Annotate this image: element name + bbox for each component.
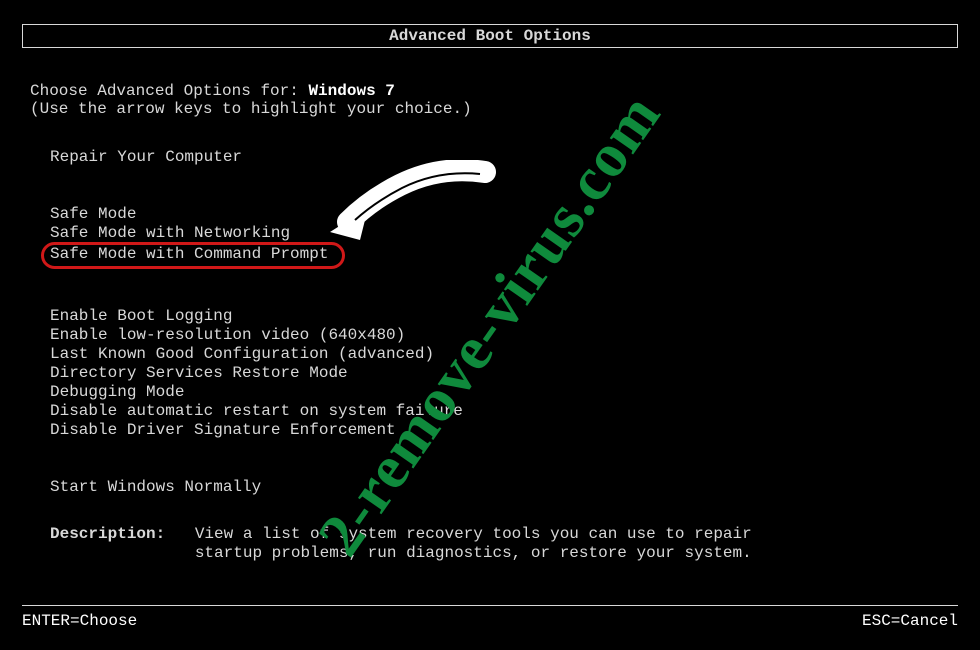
choose-line: Choose Advanced Options for: Windows 7 <box>30 82 395 100</box>
description-text: View a list of system recovery tools you… <box>195 525 755 563</box>
option-dsrm[interactable]: Directory Services Restore Mode <box>50 364 463 383</box>
option-last-known[interactable]: Last Known Good Configuration (advanced) <box>50 345 463 364</box>
option-repair[interactable]: Repair Your Computer <box>50 148 463 167</box>
title-bar: Advanced Boot Options <box>22 24 958 48</box>
footer-esc: ESC=Cancel <box>862 612 958 630</box>
option-safe-mode-net[interactable]: Safe Mode with Networking <box>50 224 463 243</box>
option-start-normal[interactable]: Start Windows Normally <box>50 478 463 497</box>
option-boot-logging[interactable]: Enable Boot Logging <box>50 307 463 326</box>
option-disable-restart[interactable]: Disable automatic restart on system fail… <box>50 402 463 421</box>
footer-bar: ENTER=Choose ESC=Cancel <box>22 605 958 630</box>
description-block: Description: View a list of system recov… <box>50 525 930 563</box>
highlight-circle: Safe Mode with Command Prompt <box>41 242 345 269</box>
option-disable-sig[interactable]: Disable Driver Signature Enforcement <box>50 421 463 440</box>
option-safe-mode-cmd[interactable]: Safe Mode with Command Prompt <box>50 243 463 269</box>
option-safe-mode[interactable]: Safe Mode <box>50 205 463 224</box>
choose-prefix: Choose Advanced Options for: <box>30 82 308 100</box>
option-low-res[interactable]: Enable low-resolution video (640x480) <box>50 326 463 345</box>
os-name: Windows 7 <box>308 82 394 100</box>
hint-line: (Use the arrow keys to highlight your ch… <box>30 100 472 118</box>
boot-options-list[interactable]: Repair Your Computer Safe Mode Safe Mode… <box>50 148 463 497</box>
option-debug[interactable]: Debugging Mode <box>50 383 463 402</box>
footer-enter: ENTER=Choose <box>22 612 137 630</box>
description-label: Description: <box>50 525 165 543</box>
page-title: Advanced Boot Options <box>389 27 591 45</box>
